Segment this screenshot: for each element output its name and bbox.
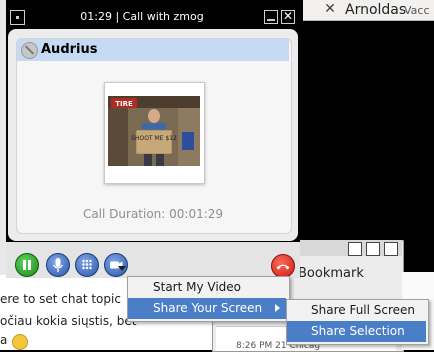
call-duration: Call Duration: 00:01:29 [82,207,224,221]
participant-name: Audrius [41,42,98,57]
video-camera-icon [110,261,123,269]
menu-item-share-full-screen[interactable]: Share Full Screen [287,300,426,320]
chat-message-line: očiau kokia siųstis, bet [0,314,137,328]
minimize-icon[interactable] [264,10,278,24]
hold-icon [23,260,31,270]
chevron-down-icon[interactable] [118,266,126,271]
hangup-icon [276,264,290,270]
call-window-title: 01:29 | Call with zmog [80,10,204,23]
chat-message-line: a [0,333,8,347]
microphone-icon [52,258,64,272]
video-banner-text: TIRE [115,100,133,108]
submenu-arrow-icon [275,304,280,312]
background-minimize-icon[interactable] [348,242,362,256]
background-contact-subtext: Vacc [404,4,430,17]
video-button[interactable] [104,253,128,277]
microphone-button[interactable] [46,253,70,277]
browser-bookmark-label[interactable]: Bookmark [298,266,364,281]
participant-video-thumbnail: TIRE SHOOT ME $12 [108,96,200,166]
participant-status-icon [21,42,38,59]
menu-item-share-selection[interactable]: Share Selection [287,321,426,342]
background-maximize-icon[interactable] [366,242,380,256]
menu-item-start-video[interactable]: Start My Video [128,277,287,297]
hangup-button[interactable] [271,254,295,278]
background-close-icon[interactable]: ✕ [322,1,338,17]
background-close-icon[interactable] [384,242,398,256]
smiley-icon [12,334,28,350]
window-menu-icon[interactable] [10,10,25,25]
dialpad-button[interactable] [75,253,99,277]
hold-button[interactable] [15,253,39,277]
video-sign-text: SHOOT ME $12 [131,135,177,142]
menu-item-share-screen[interactable]: Share Your Screen [128,298,286,319]
background-contact-name: Arnoldas [345,2,407,18]
dialpad-icon [82,259,92,270]
close-icon[interactable]: ✕ [281,10,295,24]
